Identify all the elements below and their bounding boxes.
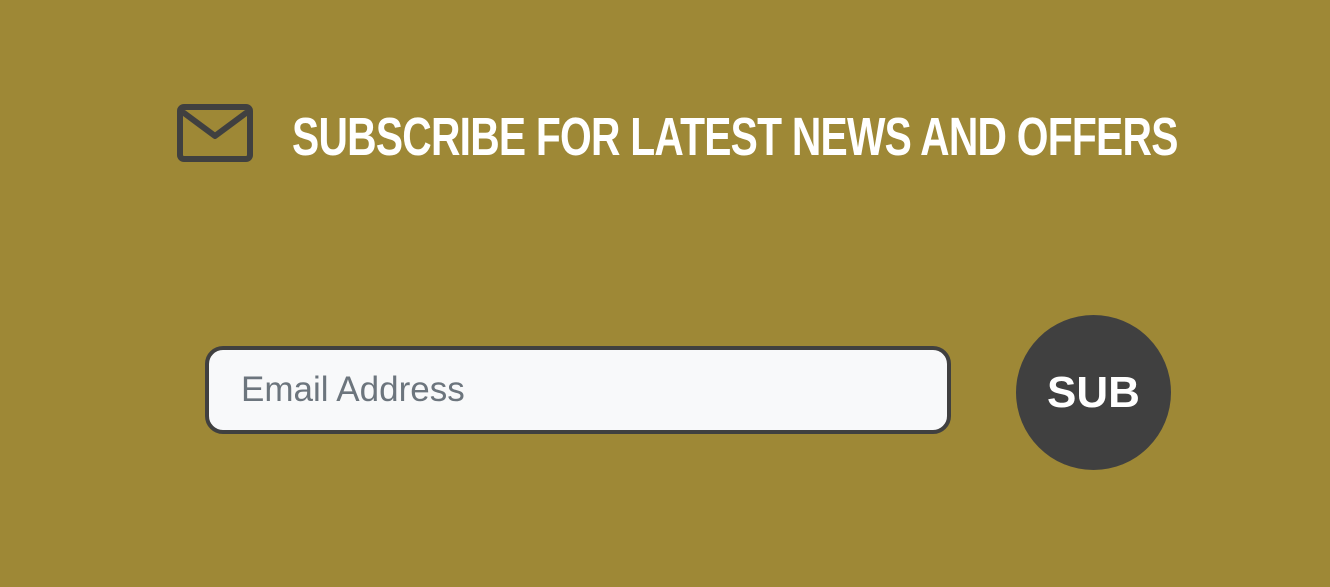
email-input[interactable] [205, 346, 951, 434]
envelope-icon [177, 104, 253, 162]
newsletter-section: SUBSCRIBE FOR LATEST NEWS AND OFFERS SUB [0, 0, 1330, 587]
newsletter-header: SUBSCRIBE FOR LATEST NEWS AND OFFERS [177, 98, 1277, 176]
subscribe-button[interactable]: SUB [1016, 315, 1171, 470]
newsletter-heading: SUBSCRIBE FOR LATEST NEWS AND OFFERS [292, 107, 1178, 167]
